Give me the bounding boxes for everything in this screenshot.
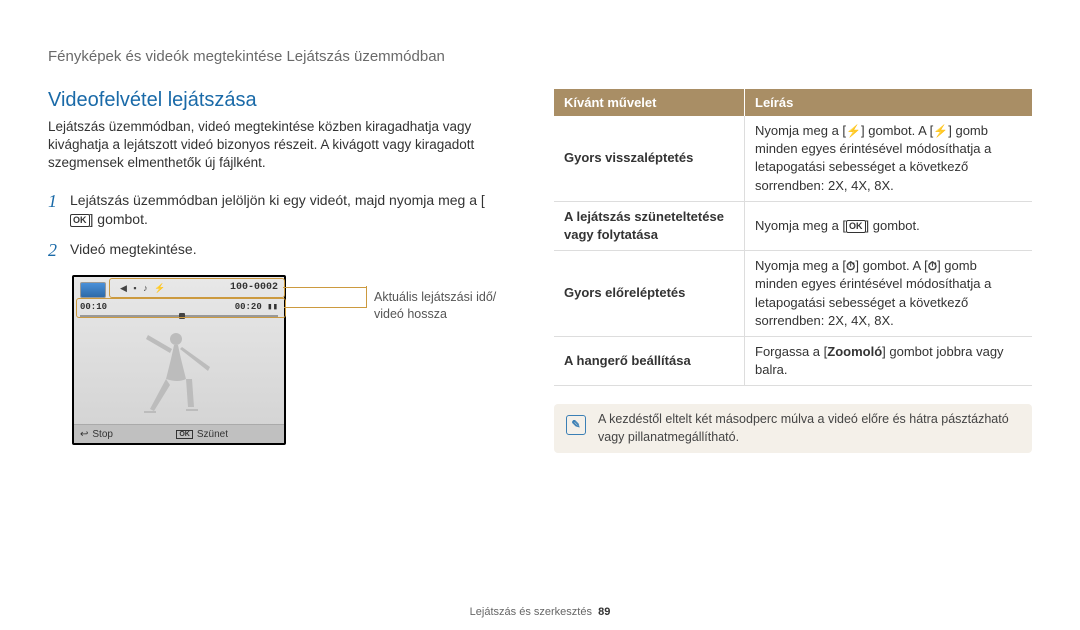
leader-join	[366, 286, 367, 308]
ok-icon: OK	[176, 430, 193, 439]
leader-line-2	[284, 307, 367, 308]
ok-icon: OK	[846, 220, 866, 233]
progress-bar	[80, 315, 278, 317]
back-arrow-icon: ↩	[80, 429, 88, 440]
step-2: 2 Videó megtekintése.	[48, 240, 498, 262]
stop-label: Stop	[92, 429, 113, 440]
ok-icon: OK	[70, 214, 90, 227]
section-title: Videofelvétel lejátszása	[48, 89, 498, 112]
zoom-bold: Zoomoló	[827, 344, 882, 359]
note-text: A kezdéstől eltelt két másodperc múlva a…	[598, 411, 1020, 446]
file-counter: 100-0002	[230, 282, 278, 293]
desc-cell: Nyomja meg a [⚡] gombot. A [⚡] gomb mind…	[745, 116, 1033, 201]
timer-icon: ⏱	[928, 258, 937, 275]
step-1: 1 Lejátszás üzemmódban jelöljön ki egy v…	[48, 191, 498, 230]
table-row: Gyors előreléptetés Nyomja meg a [⏱] gom…	[554, 251, 1032, 337]
top-icons: ◀ ▪ ♪ ⚡	[120, 283, 167, 294]
table-row: A hangerő beállítása Forgassa a [Zoomoló…	[554, 336, 1032, 385]
figure-skater-icon	[136, 331, 226, 417]
step-1-text-before: Lejátszás üzemmódban jelöljön ki egy vid…	[70, 192, 485, 208]
step-1-text-after: ] gombot.	[90, 211, 148, 227]
table-row: A lejátszás szüneteltetése vagy folytatá…	[554, 201, 1032, 250]
op-cell: Gyors előreléptetés	[554, 251, 745, 337]
camera-mockup: ◀ ▪ ♪ ⚡ 100-0002 00:10 00:20 ▮▮	[72, 275, 290, 449]
operations-table: Kívánt művelet Leírás Gyors visszaléptet…	[554, 89, 1032, 386]
note-box: ✎ A kezdéstől eltelt két másodperc múlva…	[554, 404, 1032, 453]
desc-cell: Nyomja meg a [⏱] gombot. A [⏱] gomb mind…	[745, 251, 1033, 337]
thumbnail-icon	[80, 282, 106, 298]
page-header: Fényképek és videók megtekintése Lejátsz…	[48, 48, 1032, 65]
pause-button: OK Szünet	[176, 429, 284, 440]
desc-cell: Nyomja meg a [OK] gombot.	[745, 201, 1033, 250]
flash-icon: ⚡	[933, 123, 948, 140]
leader-line-1	[283, 287, 367, 288]
pause-label: Szünet	[197, 429, 228, 440]
steps-list: 1 Lejátszás üzemmódban jelöljön ki egy v…	[48, 191, 498, 262]
op-cell: Gyors visszaléptetés	[554, 116, 745, 201]
battery-icon: ▮▮	[267, 302, 278, 312]
elapsed-time: 00:10	[80, 302, 107, 312]
step-number: 2	[48, 240, 70, 262]
page-footer: Lejátszás és szerkesztés 89	[0, 606, 1080, 618]
step-2-text: Videó megtekintése.	[70, 240, 197, 260]
op-cell: A lejátszás szüneteltetése vagy folytatá…	[554, 201, 745, 250]
footer-chapter: Lejátszás és szerkesztés	[470, 606, 592, 618]
table-header-op: Kívánt művelet	[554, 89, 745, 116]
stop-button: ↩ Stop	[74, 429, 113, 440]
desc-cell: Forgassa a [Zoomoló] gombot jobbra vagy …	[745, 336, 1033, 385]
step-number: 1	[48, 191, 70, 213]
page-number: 89	[598, 606, 610, 618]
intro-paragraph: Lejátszás üzemmódban, videó megtekintése…	[48, 118, 498, 173]
figure-caption: Aktuális lejátszási idő/ videó hossza	[290, 275, 496, 323]
table-row: Gyors visszaléptetés Nyomja meg a [⚡] go…	[554, 116, 1032, 201]
note-icon: ✎	[566, 415, 586, 435]
table-header-desc: Leírás	[745, 89, 1033, 116]
total-time: 00:20	[235, 302, 262, 312]
flash-icon: ⚡	[846, 123, 861, 140]
op-cell: A hangerő beállítása	[554, 336, 745, 385]
